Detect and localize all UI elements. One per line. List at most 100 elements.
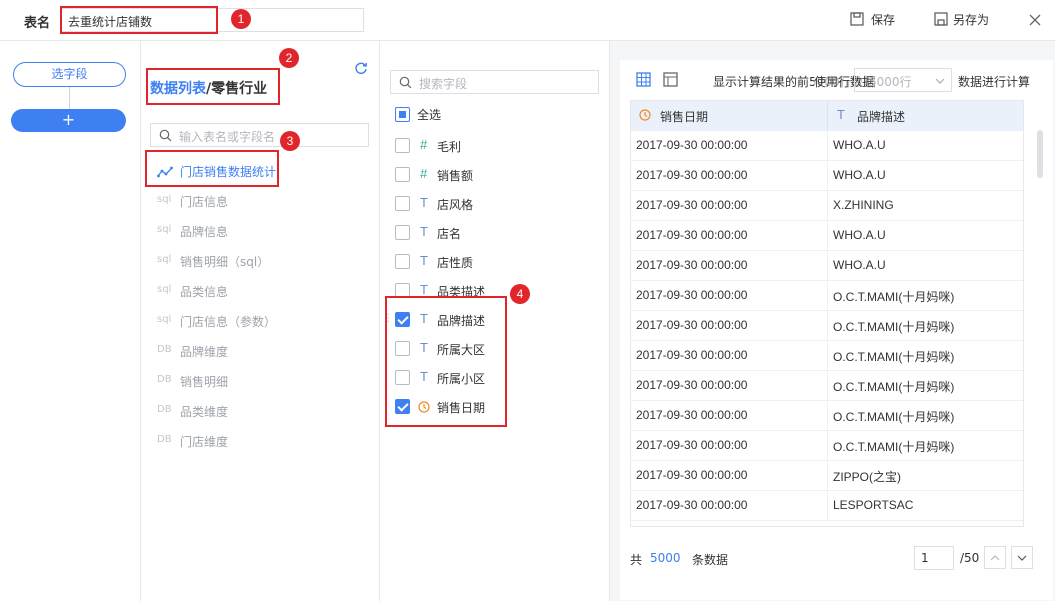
table-row: 2017-09-30 00:00:00 WHO.A.U bbox=[631, 160, 1023, 191]
text-type-icon: T bbox=[420, 282, 428, 297]
step-connector bbox=[69, 87, 70, 109]
column-divider bbox=[827, 191, 828, 221]
cell-sales-date: 2017-09-30 00:00:00 bbox=[636, 288, 748, 302]
table-item[interactable]: DB 品牌维度 bbox=[141, 340, 379, 364]
table-view-icon[interactable] bbox=[636, 72, 651, 87]
table-search-input[interactable]: 输入表名或字段名 bbox=[150, 123, 369, 147]
fields-panel: 搜索字段 全选 # 毛利 # 销售额 T 店风格 T 店名 T 店性质 T 品类描述 T 品牌描述 T 所属大… bbox=[380, 41, 623, 601]
column-divider bbox=[827, 401, 828, 431]
rows-select-value: 5000行 bbox=[869, 75, 912, 89]
table-item[interactable]: sql 品牌信息 bbox=[141, 220, 379, 244]
field-label: 店名 bbox=[437, 227, 462, 241]
column-divider bbox=[827, 251, 828, 281]
annotation-badge-1: 1 bbox=[231, 9, 251, 29]
column-header-brand[interactable]: 品牌描述 bbox=[857, 108, 905, 125]
number-type-icon: # bbox=[420, 166, 428, 181]
text-type-icon: T bbox=[420, 195, 428, 210]
page-down-button[interactable] bbox=[1011, 546, 1033, 569]
field-item[interactable]: T 店名 bbox=[380, 223, 609, 245]
preview-table: 销售日期 T 品牌描述 2017-09-30 00:00:00 WHO.A.U 20… bbox=[630, 100, 1024, 527]
field-search-input[interactable]: 搜索字段 bbox=[390, 70, 599, 94]
table-item-label: 门店销售数据统计 bbox=[180, 165, 277, 179]
column-divider bbox=[827, 161, 828, 191]
step-panel: 选字段 + bbox=[0, 41, 141, 601]
field-checkbox[interactable] bbox=[395, 196, 410, 211]
table-item-label: 品牌信息 bbox=[180, 225, 229, 239]
layout-view-icon[interactable] bbox=[663, 72, 678, 87]
cell-sales-date: 2017-09-30 00:00:00 bbox=[636, 138, 748, 152]
data-list-panel: 数据列表/零售行业 2 输入表名或字段名 3 门店销售数据统计 sql 门店信息 sq… bbox=[141, 41, 380, 601]
table-item[interactable]: sql 门店信息（参数） bbox=[141, 310, 379, 334]
chevron-down-icon bbox=[935, 78, 945, 84]
field-item[interactable]: # 销售额 bbox=[380, 165, 609, 187]
table-name-label: 表名 bbox=[24, 16, 51, 31]
field-item[interactable]: T 店风格 bbox=[380, 194, 609, 216]
table-row: 2017-09-30 00:00:00 ZIPPO(之宝) bbox=[631, 460, 1023, 491]
save-as-label: 另存为 bbox=[953, 13, 990, 27]
field-checkbox[interactable] bbox=[395, 138, 410, 153]
table-row: 2017-09-30 00:00:00 WHO.A.U bbox=[631, 250, 1023, 281]
rows-select[interactable]: 5000行 bbox=[854, 68, 952, 92]
source-tag: sql bbox=[157, 314, 172, 325]
annotation-badge-3: 3 bbox=[280, 131, 300, 151]
column-divider bbox=[827, 461, 828, 491]
table-row: 2017-09-30 00:00:00 O.C.T.MAMI(十月妈咪) bbox=[631, 280, 1023, 311]
cell-brand: O.C.T.MAMI(十月妈咪) bbox=[833, 440, 955, 454]
cell-sales-date: 2017-09-30 00:00:00 bbox=[636, 498, 748, 512]
column-divider bbox=[827, 311, 828, 341]
select-field-button[interactable]: 选字段 bbox=[13, 62, 126, 87]
table-row: 2017-09-30 00:00:00 O.C.T.MAMI(十月妈咪) bbox=[631, 340, 1023, 371]
field-item[interactable]: T 店性质 bbox=[380, 252, 609, 274]
cell-brand: LESPORTSAC bbox=[833, 498, 914, 512]
save-label: 保存 bbox=[871, 13, 896, 27]
table-item[interactable]: sql 销售明细（sql） bbox=[141, 250, 379, 274]
cell-sales-date: 2017-09-30 00:00:00 bbox=[636, 468, 748, 482]
table-row: 2017-09-30 00:00:00 O.C.T.MAMI(十月妈咪) bbox=[631, 430, 1023, 461]
search-icon bbox=[159, 129, 172, 142]
table-row: 2017-09-30 00:00:00 O.C.T.MAMI(十月妈咪) bbox=[631, 310, 1023, 341]
cell-brand: O.C.T.MAMI(十月妈咪) bbox=[833, 410, 955, 424]
table-item-selected[interactable]: 门店销售数据统计 bbox=[141, 160, 379, 184]
field-checkbox[interactable] bbox=[395, 254, 410, 269]
table-item[interactable]: DB 品类维度 bbox=[141, 400, 379, 424]
table-item-label: 门店维度 bbox=[180, 435, 229, 449]
save-as-icon bbox=[934, 12, 948, 26]
chart-link-icon bbox=[157, 166, 173, 178]
table-item[interactable]: sql 品类信息 bbox=[141, 280, 379, 304]
cell-brand: O.C.T.MAMI(十月妈咪) bbox=[833, 350, 955, 364]
annotation-box-4 bbox=[385, 296, 507, 427]
field-item[interactable]: # 毛利 bbox=[380, 136, 609, 158]
select-all-label: 全选 bbox=[417, 108, 442, 122]
resize-handle-left[interactable]: ⋮ bbox=[383, 314, 393, 324]
add-step-button[interactable]: + bbox=[11, 109, 126, 132]
field-label: 销售额 bbox=[437, 169, 474, 183]
table-item[interactable]: DB 门店维度 bbox=[141, 430, 379, 454]
table-row-partial bbox=[631, 520, 1023, 526]
field-checkbox[interactable] bbox=[395, 167, 410, 182]
page-input[interactable]: 1 bbox=[914, 546, 954, 570]
page-up-button[interactable] bbox=[984, 546, 1006, 569]
refresh-icon[interactable] bbox=[354, 61, 368, 75]
table-item[interactable]: DB 销售明细 bbox=[141, 370, 379, 394]
chevron-up-icon bbox=[990, 555, 1000, 561]
column-divider bbox=[827, 281, 828, 311]
table-scrollbar[interactable] bbox=[1037, 130, 1043, 178]
close-icon[interactable] bbox=[1029, 14, 1041, 26]
column-divider bbox=[827, 131, 828, 161]
table-item[interactable]: sql 门店信息 bbox=[141, 190, 379, 214]
text-type-icon: T bbox=[837, 107, 845, 122]
field-checkbox[interactable] bbox=[395, 225, 410, 240]
cell-sales-date: 2017-09-30 00:00:00 bbox=[636, 198, 748, 212]
number-type-icon: # bbox=[420, 137, 428, 152]
preview-panel-bg: 显示计算结果的前5000行数据 使用行数据 5000行 数据进行计算 销售日期 … bbox=[610, 41, 1055, 601]
field-search-placeholder: 搜索字段 bbox=[419, 77, 468, 91]
table-item-label: 门店信息（参数） bbox=[180, 315, 277, 329]
column-divider bbox=[827, 101, 828, 130]
table-search-placeholder: 输入表名或字段名 bbox=[179, 130, 276, 144]
select-all-checkbox[interactable] bbox=[395, 107, 410, 122]
table-item-label: 品类维度 bbox=[180, 405, 229, 419]
source-tag: DB bbox=[157, 344, 172, 355]
column-header-sales-date[interactable]: 销售日期 bbox=[660, 108, 708, 125]
chevron-down-icon bbox=[1017, 555, 1027, 561]
table-item-label: 品类信息 bbox=[180, 285, 229, 299]
